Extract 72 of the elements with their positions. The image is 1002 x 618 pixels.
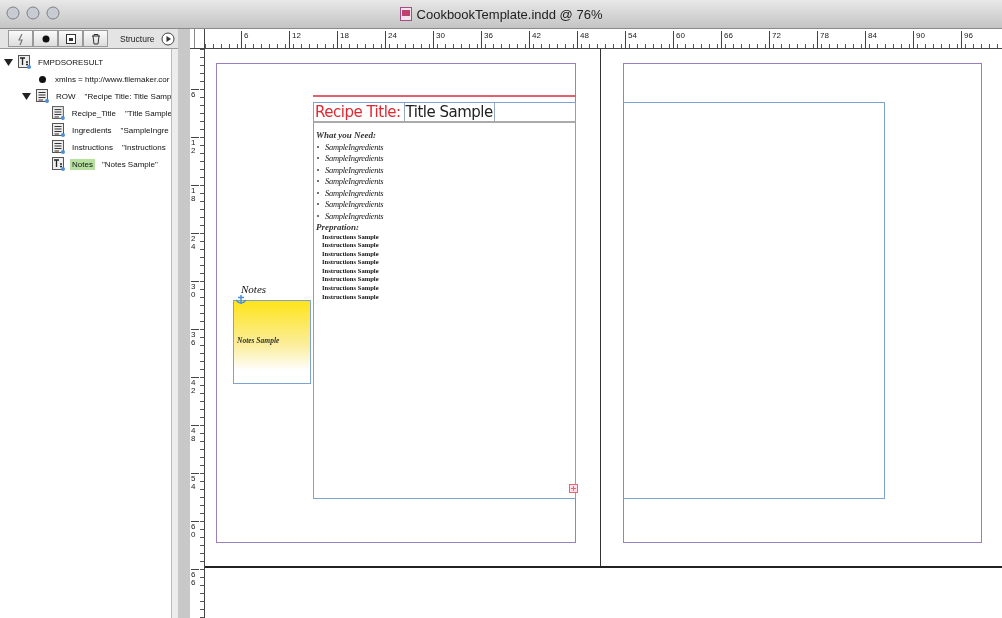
ruler-label: 60 bbox=[673, 31, 685, 48]
recipe-title-label: Recipe Title: bbox=[315, 103, 401, 121]
ruler-label: 90 bbox=[913, 31, 925, 48]
ruler-label: 6 bbox=[241, 31, 249, 48]
recipe-title-value: Title Sample bbox=[403, 103, 495, 121]
ruler-label: 60 bbox=[191, 521, 199, 539]
element-icon bbox=[52, 123, 66, 138]
ruler-label: 36 bbox=[481, 31, 493, 48]
tree-item[interactable]: Recipe_Title bbox=[69, 108, 118, 119]
ruler-label: 12 bbox=[191, 137, 199, 155]
ruler-label: 66 bbox=[191, 569, 199, 587]
toolbar-button[interactable] bbox=[33, 30, 58, 47]
ingredient-text: SampleIngredients bbox=[325, 164, 384, 175]
ruler-label: 72 bbox=[769, 31, 781, 48]
ruler-label: 30 bbox=[433, 31, 445, 48]
ruler-label: 66 bbox=[721, 31, 733, 48]
scrollbar[interactable] bbox=[171, 49, 178, 618]
element-value: "Recipe Title: Title Samp bbox=[84, 92, 172, 101]
element-value: "SampleIngre bbox=[120, 126, 169, 135]
ruler-label: 18 bbox=[337, 31, 349, 48]
element-icon bbox=[18, 55, 32, 70]
toolbar-button[interactable] bbox=[83, 30, 108, 47]
ruler-label: 48 bbox=[577, 31, 589, 48]
notes-label: Notes bbox=[241, 283, 267, 295]
disclosure-triangle[interactable] bbox=[4, 58, 13, 67]
element-icon bbox=[52, 157, 66, 172]
ruler-label: 12 bbox=[289, 31, 301, 48]
tree-item[interactable]: xmlns = http://www.filemaker.cor bbox=[53, 74, 172, 85]
ruler-label: 6 bbox=[191, 89, 199, 99]
preparation-heading: Prepration: bbox=[316, 221, 360, 233]
tree-item[interactable]: Instructions bbox=[70, 142, 115, 153]
element-value: "Instructions bbox=[121, 143, 166, 152]
toolbar-button[interactable] bbox=[58, 30, 83, 47]
ingredient-text: SampleIngredients bbox=[325, 153, 384, 164]
ruler-label: 78 bbox=[817, 31, 829, 48]
tree-item[interactable]: ROW bbox=[54, 91, 78, 102]
ingredient-text: SampleIngredients bbox=[325, 176, 384, 187]
element-icon bbox=[52, 140, 66, 155]
ruler-label: 30 bbox=[191, 281, 199, 299]
ruler-label: 48 bbox=[191, 425, 199, 443]
ruler-label: 54 bbox=[191, 473, 199, 491]
ingredient-text: SampleIngredients bbox=[325, 210, 384, 221]
ingredients-heading: What you Need: bbox=[316, 130, 377, 141]
ruler-label: 36 bbox=[191, 329, 199, 347]
window-title: CookbookTemplate.indd @ 76% bbox=[416, 6, 603, 22]
ruler-label: 84 bbox=[865, 31, 877, 48]
ruler-label: 24 bbox=[191, 233, 199, 251]
ruler-label: 42 bbox=[191, 377, 199, 395]
panel-title: Structure bbox=[120, 33, 155, 44]
panel-menu-icon[interactable] bbox=[160, 31, 175, 46]
ruler-origin[interactable] bbox=[190, 29, 205, 49]
overset-text-icon[interactable] bbox=[569, 484, 578, 493]
element-icon bbox=[36, 89, 50, 104]
element-icon bbox=[52, 106, 66, 121]
disclosure-triangle[interactable] bbox=[22, 92, 31, 101]
ingredient-text: SampleIngredients bbox=[325, 187, 384, 198]
ingredient-text: SampleIngredients bbox=[325, 199, 384, 210]
ruler-label: 54 bbox=[625, 31, 637, 48]
document-icon bbox=[399, 7, 412, 21]
ruler-label: 18 bbox=[191, 185, 199, 203]
ruler-label: 24 bbox=[385, 31, 397, 48]
tree-item[interactable]: FMPDSORESULT bbox=[36, 57, 106, 68]
ruler-label: 42 bbox=[529, 31, 541, 48]
element-value: "Title Sample bbox=[125, 109, 172, 118]
anchor-icon bbox=[235, 294, 247, 305]
attribute-dot-icon bbox=[36, 73, 49, 86]
ingredient-text: SampleIngredients bbox=[325, 141, 384, 152]
frame-icon bbox=[63, 31, 78, 46]
element-value: "Notes Sample" bbox=[101, 160, 158, 169]
ruler-label: 96 bbox=[961, 31, 973, 48]
tree-item[interactable]: Ingredients bbox=[70, 125, 114, 136]
tree-item[interactable]: Notes bbox=[70, 159, 95, 170]
